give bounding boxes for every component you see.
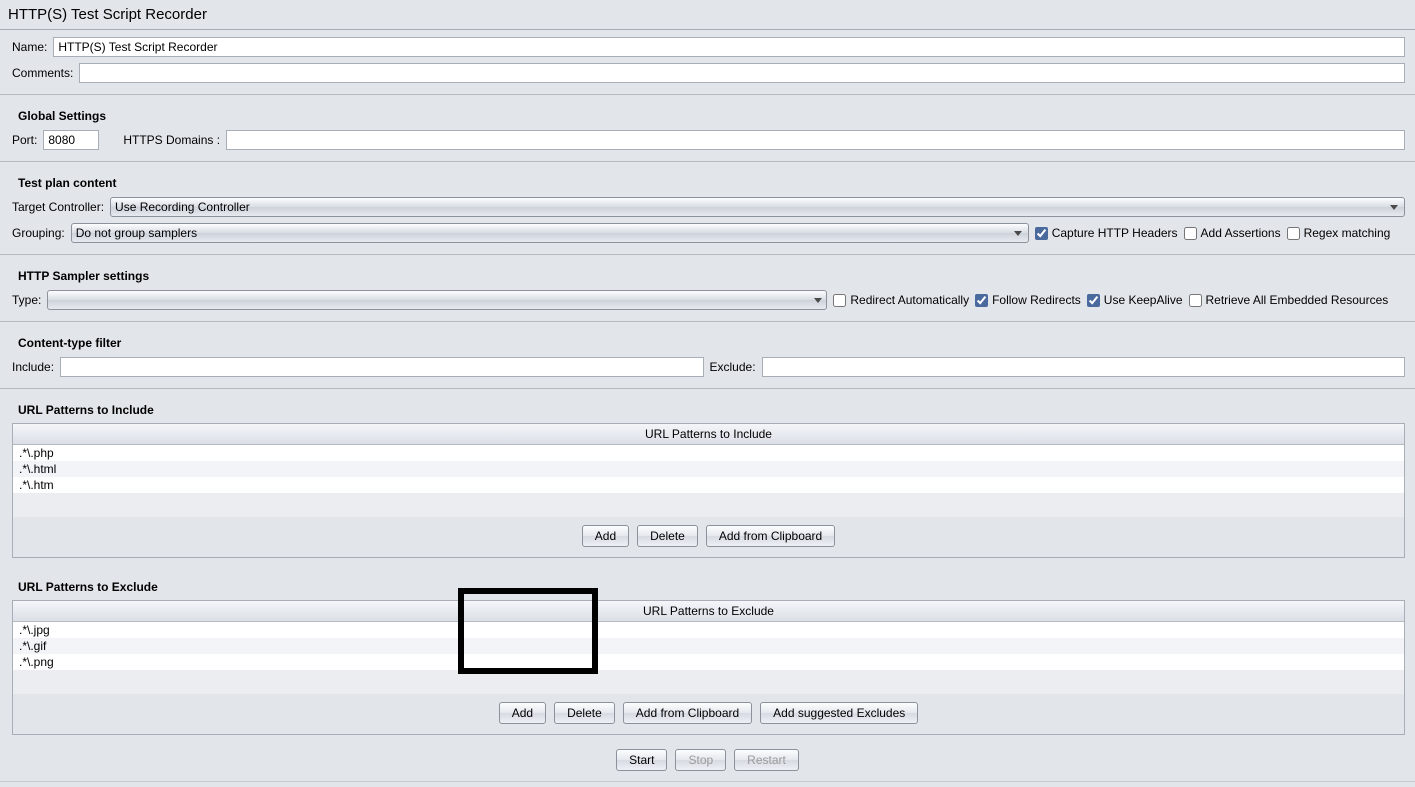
content-type-filter-section: Content-type filter Include: Exclude:: [0, 326, 1415, 384]
exclude-label: Exclude:: [710, 360, 756, 374]
include-input[interactable]: [60, 357, 703, 377]
name-comments-section: Name: Comments:: [0, 30, 1415, 90]
add-assertions-label: Add Assertions: [1201, 226, 1281, 240]
redirect-auto-check[interactable]: Redirect Automatically: [833, 293, 969, 307]
patterns-include-grid-header: URL Patterns to Include: [13, 424, 1404, 445]
type-select[interactable]: [47, 290, 827, 310]
divider: [0, 161, 1415, 162]
restart-button[interactable]: Restart: [734, 749, 799, 771]
retrieve-embedded-label: Retrieve All Embedded Resources: [1206, 293, 1389, 307]
divider: [0, 321, 1415, 322]
follow-redirects-label: Follow Redirects: [992, 293, 1081, 307]
include-label: Include:: [12, 360, 54, 374]
patterns-exclude-section: URL Patterns to Exclude URL Patterns to …: [0, 570, 1415, 747]
list-item[interactable]: .*\.html: [13, 461, 1404, 477]
capture-headers-check[interactable]: Capture HTTP Headers: [1035, 226, 1178, 240]
patterns-exclude-box: URL Patterns to Exclude .*\.jpg .*\.gif …: [12, 600, 1405, 735]
start-button[interactable]: Start: [616, 749, 667, 771]
use-keepalive-checkbox[interactable]: [1087, 294, 1100, 307]
capture-headers-label: Capture HTTP Headers: [1052, 226, 1178, 240]
https-domains-input[interactable]: [226, 130, 1405, 150]
list-item[interactable]: .*\.png: [13, 654, 1404, 670]
global-settings-section: Global Settings Port: HTTPS Domains :: [0, 99, 1415, 157]
add-assertions-check[interactable]: Add Assertions: [1184, 226, 1281, 240]
exclude-add-button[interactable]: Add: [499, 702, 546, 724]
grid-filler: [13, 493, 1404, 517]
content-type-filter-heading: Content-type filter: [12, 330, 1405, 354]
name-label: Name:: [12, 40, 47, 54]
capture-headers-checkbox[interactable]: [1035, 227, 1048, 240]
add-assertions-checkbox[interactable]: [1184, 227, 1197, 240]
comments-label: Comments:: [12, 66, 73, 80]
global-settings-heading: Global Settings: [12, 103, 1405, 127]
patterns-exclude-grid[interactable]: .*\.jpg .*\.gif .*\.png: [13, 622, 1404, 694]
list-item[interactable]: .*\.jpg: [13, 622, 1404, 638]
patterns-exclude-buttons: Add Delete Add from Clipboard Add sugges…: [13, 694, 1404, 734]
include-clipboard-button[interactable]: Add from Clipboard: [706, 525, 835, 547]
include-add-button[interactable]: Add: [582, 525, 629, 547]
target-controller-label: Target Controller:: [12, 200, 104, 214]
include-delete-button[interactable]: Delete: [637, 525, 698, 547]
regex-matching-check[interactable]: Regex matching: [1287, 226, 1391, 240]
patterns-exclude-grid-header: URL Patterns to Exclude: [13, 601, 1404, 622]
patterns-include-box: URL Patterns to Include .*\.php .*\.html…: [12, 423, 1405, 558]
port-input[interactable]: [43, 130, 99, 150]
page-title: HTTP(S) Test Script Recorder: [0, 0, 1415, 30]
patterns-exclude-heading: URL Patterns to Exclude: [12, 574, 1405, 598]
use-keepalive-check[interactable]: Use KeepAlive: [1087, 293, 1183, 307]
list-item[interactable]: .*\.gif: [13, 638, 1404, 654]
port-label: Port:: [12, 133, 37, 147]
redirect-auto-checkbox[interactable]: [833, 294, 846, 307]
http-sampler-section: HTTP Sampler settings Type: Redirect Aut…: [0, 259, 1415, 317]
exclude-input[interactable]: [762, 357, 1405, 377]
use-keepalive-label: Use KeepAlive: [1104, 293, 1183, 307]
target-controller-value: Use Recording Controller: [115, 200, 250, 214]
name-input[interactable]: [53, 37, 1405, 57]
retrieve-embedded-check[interactable]: Retrieve All Embedded Resources: [1189, 293, 1389, 307]
follow-redirects-check[interactable]: Follow Redirects: [975, 293, 1081, 307]
regex-matching-label: Regex matching: [1304, 226, 1391, 240]
redirect-auto-label: Redirect Automatically: [850, 293, 969, 307]
retrieve-embedded-checkbox[interactable]: [1189, 294, 1202, 307]
regex-matching-checkbox[interactable]: [1287, 227, 1300, 240]
bottom-strip: [0, 781, 1415, 787]
divider: [0, 388, 1415, 389]
follow-redirects-checkbox[interactable]: [975, 294, 988, 307]
target-controller-select[interactable]: Use Recording Controller: [110, 197, 1405, 217]
exclude-suggested-button[interactable]: Add suggested Excludes: [760, 702, 918, 724]
patterns-include-heading: URL Patterns to Include: [12, 397, 1405, 421]
test-plan-section: Test plan content Target Controller: Use…: [0, 166, 1415, 250]
footer-buttons: Start Stop Restart: [0, 747, 1415, 781]
divider: [0, 254, 1415, 255]
type-label: Type:: [12, 293, 41, 307]
exclude-clipboard-button[interactable]: Add from Clipboard: [623, 702, 752, 724]
grid-filler: [13, 670, 1404, 694]
exclude-delete-button[interactable]: Delete: [554, 702, 615, 724]
list-item[interactable]: .*\.htm: [13, 477, 1404, 493]
comments-input[interactable]: [79, 63, 1405, 83]
list-item[interactable]: .*\.php: [13, 445, 1404, 461]
patterns-include-grid[interactable]: .*\.php .*\.html .*\.htm: [13, 445, 1404, 517]
http-sampler-heading: HTTP Sampler settings: [12, 263, 1405, 287]
test-plan-heading: Test plan content: [12, 170, 1405, 194]
main-panel: HTTP(S) Test Script Recorder Name: Comme…: [0, 0, 1415, 787]
patterns-include-buttons: Add Delete Add from Clipboard: [13, 517, 1404, 557]
divider: [0, 94, 1415, 95]
grouping-select[interactable]: Do not group samplers: [71, 223, 1029, 243]
https-domains-label: HTTPS Domains :: [123, 133, 220, 147]
patterns-include-section: URL Patterns to Include URL Patterns to …: [0, 393, 1415, 570]
grouping-value: Do not group samplers: [76, 226, 197, 240]
grouping-label: Grouping:: [12, 226, 65, 240]
stop-button[interactable]: Stop: [675, 749, 726, 771]
